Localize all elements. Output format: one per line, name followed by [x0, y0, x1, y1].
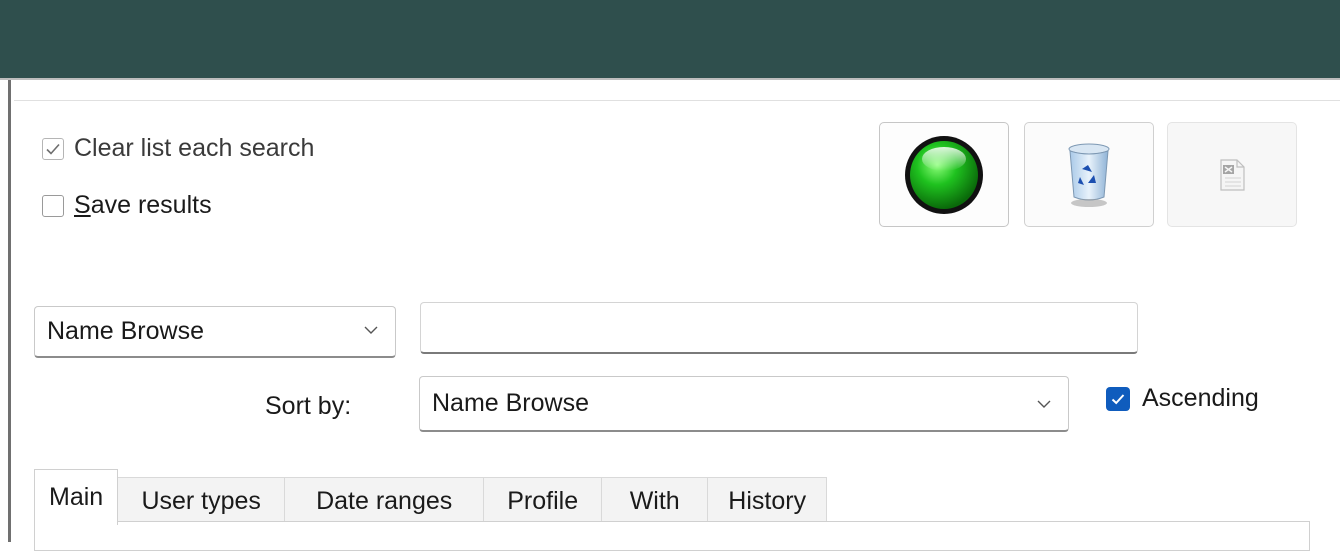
clear-results-button[interactable]	[1024, 122, 1154, 227]
search-mode-value: Name Browse	[47, 317, 204, 345]
ascending-checkbox[interactable]	[1106, 386, 1130, 411]
tab-history[interactable]: History	[707, 477, 828, 525]
title-bar-edge	[0, 78, 1340, 80]
export-button[interactable]	[1167, 122, 1297, 227]
ascending-label: Ascending	[1142, 384, 1259, 412]
tab-main[interactable]: Main	[34, 469, 119, 525]
export-excel-icon	[1220, 158, 1245, 191]
tab-strip: Main User types Date ranges Profile With…	[34, 469, 828, 525]
search-mode-select[interactable]: Name Browse	[34, 306, 396, 358]
save-results-label: Save results	[74, 191, 212, 219]
sort-by-label: Sort by:	[265, 392, 352, 420]
recycle-bin-icon	[1068, 143, 1110, 207]
chevron-down-icon	[364, 326, 378, 334]
title-bar	[0, 0, 1340, 78]
checkmark-icon	[1111, 393, 1125, 404]
save-results-checkbox-row[interactable]: Save results	[42, 191, 212, 220]
chevron-down-icon	[1037, 400, 1051, 408]
clear-list-checkbox[interactable]	[42, 137, 64, 160]
tab-label: History	[728, 487, 807, 515]
tab-label: User types	[141, 487, 261, 515]
tab-profile[interactable]: Profile	[483, 477, 603, 525]
search-input[interactable]	[420, 302, 1138, 354]
window-border	[8, 80, 11, 542]
green-circle-go-icon	[905, 135, 983, 214]
tab-label: Profile	[507, 487, 579, 515]
checkmark-icon	[46, 143, 60, 155]
clear-list-checkbox-row[interactable]: Clear list each search	[42, 134, 314, 163]
tab-label: With	[629, 487, 680, 515]
tab-date-ranges[interactable]: Date ranges	[284, 477, 485, 525]
sort-by-value: Name Browse	[432, 389, 589, 417]
tab-with[interactable]: With	[601, 477, 709, 525]
tab-user-types[interactable]: User types	[117, 477, 286, 525]
tab-panel	[34, 521, 1310, 551]
ascending-checkbox-row[interactable]: Ascending	[1106, 384, 1259, 413]
save-results-checkbox[interactable]	[42, 194, 64, 217]
tab-label: Main	[49, 483, 104, 511]
sort-by-select[interactable]: Name Browse	[419, 376, 1069, 432]
tab-label: Date ranges	[316, 487, 453, 515]
search-go-button[interactable]	[879, 122, 1009, 227]
clear-list-label: Clear list each search	[74, 134, 315, 162]
panel-top-border	[14, 100, 1340, 101]
